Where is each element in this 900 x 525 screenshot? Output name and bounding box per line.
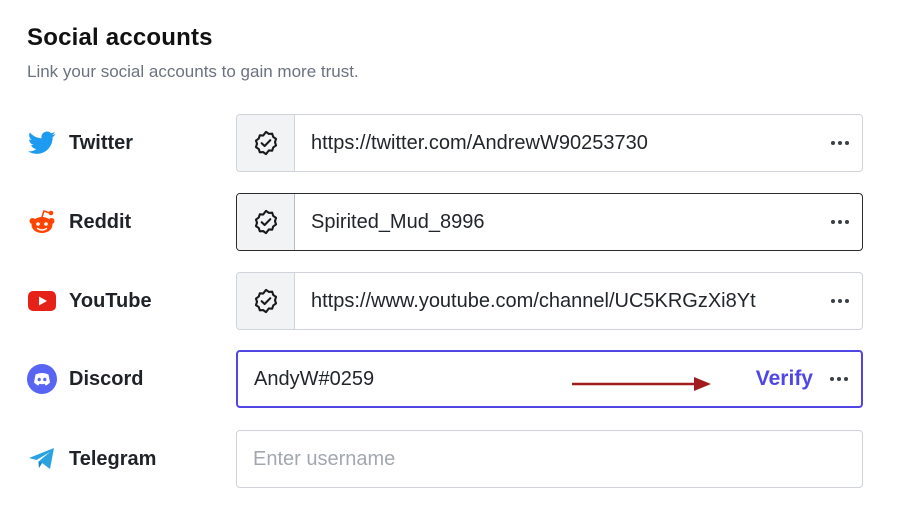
youtube-url-field[interactable]: https://www.youtube.com/channel/UC5KRGzX… xyxy=(236,272,863,330)
platform-label-discord: Discord xyxy=(27,350,143,408)
platform-name: YouTube xyxy=(69,289,152,312)
discord-icon xyxy=(27,364,57,394)
account-row-twitter: Twitter https://twitter.com/AndrewW90253… xyxy=(0,114,900,172)
more-options-icon[interactable] xyxy=(818,273,862,329)
verified-badge-icon xyxy=(237,115,295,171)
account-row-reddit: Reddit Spirited_Mud_8996 xyxy=(0,193,900,251)
reddit-alien-icon xyxy=(27,207,57,237)
platform-label-youtube: YouTube xyxy=(27,272,152,330)
reddit-username-field[interactable]: Spirited_Mud_8996 xyxy=(236,193,863,251)
more-options-icon[interactable] xyxy=(818,115,862,171)
twitter-url-value[interactable]: https://twitter.com/AndrewW90253730 xyxy=(295,132,818,155)
platform-name: Telegram xyxy=(69,447,157,470)
verified-badge-icon xyxy=(237,194,295,250)
more-options-icon[interactable] xyxy=(817,352,861,406)
youtube-play-icon xyxy=(27,286,57,316)
twitter-bird-icon xyxy=(27,128,57,158)
telegram-plane-icon xyxy=(27,444,57,474)
discord-username-field[interactable]: AndyW#0259 Verify xyxy=(236,350,863,408)
platform-name: Twitter xyxy=(69,131,134,154)
verify-button[interactable]: Verify xyxy=(756,367,813,391)
platform-name: Reddit xyxy=(69,210,132,233)
section-title: Social accounts xyxy=(27,24,213,51)
account-row-telegram: Telegram xyxy=(0,430,900,488)
section-subtitle: Link your social accounts to gain more t… xyxy=(27,62,359,81)
platform-name: Discord xyxy=(69,367,144,390)
platform-label-twitter: Twitter xyxy=(27,114,133,172)
twitter-url-field[interactable]: https://twitter.com/AndrewW90253730 xyxy=(236,114,863,172)
account-row-discord: Discord AndyW#0259 Verify xyxy=(0,350,900,408)
telegram-username-input[interactable] xyxy=(237,431,862,487)
platform-label-telegram: Telegram xyxy=(27,430,156,488)
verified-badge-icon xyxy=(237,273,295,329)
more-options-icon[interactable] xyxy=(818,194,862,250)
account-row-youtube: YouTube https://www.youtube.com/channel/… xyxy=(0,272,900,330)
telegram-username-field[interactable] xyxy=(236,430,863,488)
reddit-username-value[interactable]: Spirited_Mud_8996 xyxy=(295,211,818,234)
platform-label-reddit: Reddit xyxy=(27,193,131,251)
youtube-url-value[interactable]: https://www.youtube.com/channel/UC5KRGzX… xyxy=(295,290,818,313)
annotation-arrow-icon xyxy=(572,377,711,391)
